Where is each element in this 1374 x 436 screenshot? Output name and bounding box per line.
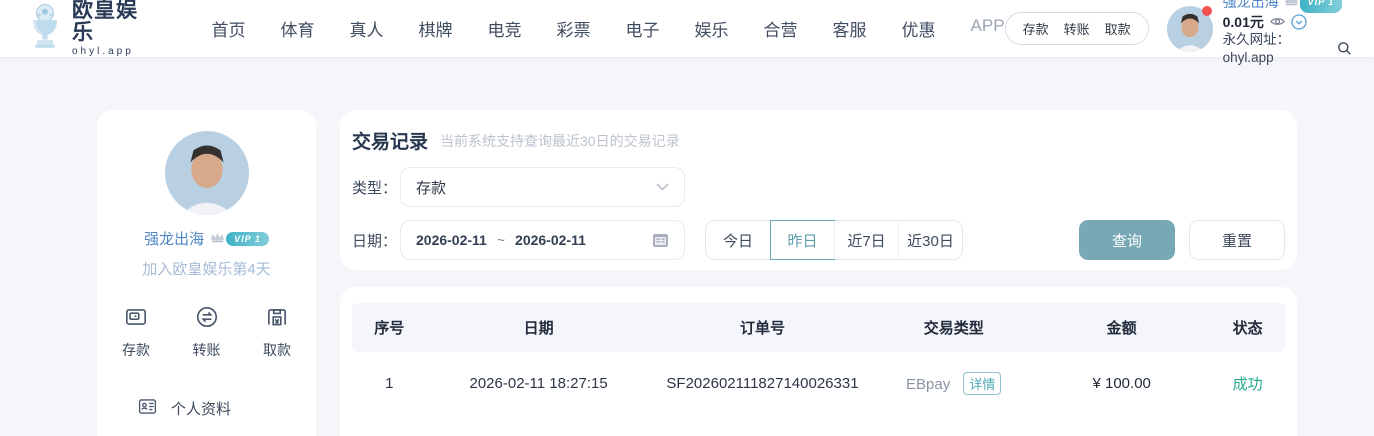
sidebar-avatar[interactable]	[165, 131, 249, 215]
table-header-row: 序号 日期 订单号 交易类型 金额 状态	[352, 303, 1285, 352]
trophy-logo-icon	[26, 3, 64, 54]
id-card-icon	[137, 396, 158, 421]
search-button[interactable]: 查询	[1079, 220, 1175, 260]
cell-order-no: SF202602111827140026331	[651, 375, 875, 392]
site-logo[interactable]: 欧皇娱乐 ohyl.app	[26, 0, 157, 57]
cell-index: 1	[352, 375, 427, 392]
crown-icon	[1284, 0, 1299, 11]
circle-chevron-icon[interactable]	[1291, 14, 1307, 30]
sidebar-deposit-label: 存款	[122, 340, 150, 360]
range-30days-button[interactable]: 近30日	[898, 221, 962, 259]
withdraw-link[interactable]: 取款	[1105, 19, 1131, 38]
page-content: 强龙出海 VIP 1 加入欧皇娱乐第4天 存款 转账	[0, 110, 1374, 436]
calendar-icon[interactable]	[652, 232, 669, 248]
user-info: 强龙出海 VIP 1 0.01元 永久网址：ohyl.app	[1223, 0, 1352, 67]
nav-item-lottery[interactable]: 彩票	[557, 16, 591, 41]
sidebar-transfer-button[interactable]: 转账	[193, 304, 221, 360]
page-subtitle: 当前系统支持查询最近30日的交易记录	[440, 131, 680, 151]
col-status: 状态	[1210, 317, 1285, 338]
cell-amount: ¥ 100.00	[1033, 375, 1210, 392]
range-yesterday-button[interactable]: 昨日	[770, 221, 834, 259]
nav-item-live-casino[interactable]: 真人	[350, 16, 384, 41]
pay-type-label: EBpay	[906, 376, 950, 393]
date-range-separator: ~	[497, 232, 505, 248]
transaction-filter-card: 交易记录 当前系统支持查询最近30日的交易记录 类型： 存款 日期： 2026-…	[340, 110, 1297, 270]
eye-icon[interactable]	[1269, 15, 1286, 28]
col-order-no: 订单号	[651, 317, 875, 338]
sidebar-deposit-button[interactable]: 存款	[122, 304, 150, 360]
notification-dot	[1202, 6, 1212, 16]
nav-item-esports[interactable]: 电竞	[488, 16, 522, 41]
date-range-input[interactable]: 2026-02-11 ~ 2026-02-11	[400, 220, 685, 260]
sidebar-profile-label: 个人资料	[171, 398, 231, 419]
nav-item-sports[interactable]: 体育	[281, 16, 315, 41]
permanent-url-label: 永久网址：ohyl.app	[1223, 31, 1332, 67]
profile-sidebar: 强龙出海 VIP 1 加入欧皇娱乐第4天 存款 转账	[97, 110, 316, 436]
nav-item-partnership[interactable]: 合营	[764, 16, 798, 41]
sidebar-vip-badge: VIP 1	[210, 230, 269, 248]
transfer-link[interactable]: 转账	[1064, 19, 1090, 38]
detail-link[interactable]: 详情	[963, 372, 1001, 395]
transfer-icon	[194, 304, 220, 333]
vip-level-label: VIP 1	[1300, 0, 1343, 13]
user-avatar[interactable]	[1167, 6, 1213, 52]
chevron-down-icon	[656, 183, 669, 191]
cell-status: 成功	[1210, 373, 1285, 394]
nav-item-slots[interactable]: 电子	[626, 16, 660, 41]
range-7days-button[interactable]: 近7日	[834, 221, 898, 259]
col-type: 交易类型	[874, 317, 1033, 338]
quick-range-group: 今日 昨日 近7日 近30日	[705, 220, 963, 260]
date-to-value: 2026-02-11	[515, 232, 586, 248]
type-select-value: 存款	[416, 177, 446, 198]
type-select[interactable]: 存款	[400, 167, 685, 207]
sidebar-username: 强龙出海	[144, 228, 204, 249]
col-index: 序号	[352, 317, 427, 338]
date-filter-label: 日期：	[352, 230, 400, 251]
wallet-quick-actions: 存款 转账 取款	[1005, 12, 1149, 45]
crown-icon	[210, 230, 225, 248]
sidebar-menu: 个人资料 VIP特权	[97, 396, 316, 436]
vip-badge: VIP 1	[1284, 0, 1343, 13]
nav-item-support[interactable]: 客服	[833, 16, 867, 41]
wallet-icon	[123, 304, 149, 333]
sidebar-withdraw-button[interactable]: 取款	[263, 304, 291, 360]
page-title: 交易记录	[352, 127, 428, 154]
site-name: 欧皇娱乐	[72, 0, 157, 44]
cell-pay-type: EBpay 详情	[874, 372, 1033, 395]
sidebar-transfer-label: 转账	[193, 340, 221, 360]
sidebar-vip-level-label: VIP 1	[226, 232, 269, 246]
nav-item-home[interactable]: 首页	[212, 16, 246, 41]
sidebar-wallet-actions: 存款 转账 取款	[97, 304, 316, 360]
withdraw-machine-icon	[264, 304, 290, 333]
nav-item-promotions[interactable]: 优惠	[902, 16, 936, 41]
main-nav: 首页 体育 真人 棋牌 电竞 彩票 电子 娱乐 合营 客服 优惠 APP	[212, 16, 1005, 41]
sidebar-item-profile[interactable]: 个人资料	[137, 396, 316, 421]
type-filter-label: 类型：	[352, 177, 400, 198]
join-days-text: 加入欧皇娱乐第4天	[97, 258, 316, 279]
username[interactable]: 强龙出海	[1223, 0, 1279, 11]
col-date: 日期	[427, 317, 651, 338]
col-amount: 金额	[1033, 317, 1210, 338]
nav-item-card-games[interactable]: 棋牌	[419, 16, 453, 41]
cell-datetime: 2026-02-11 18:27:15	[427, 375, 651, 392]
main-column: 交易记录 当前系统支持查询最近30日的交易记录 类型： 存款 日期： 2026-…	[340, 110, 1297, 436]
table-row: 1 2026-02-11 18:27:15 SF2026021118271400…	[352, 352, 1285, 415]
deposit-link[interactable]: 存款	[1023, 19, 1049, 38]
site-domain: ohyl.app	[72, 46, 157, 57]
nav-item-entertainment[interactable]: 娱乐	[695, 16, 729, 41]
search-icon[interactable]	[1337, 41, 1352, 56]
date-from-value: 2026-02-11	[416, 232, 487, 248]
balance-amount: 0.01元	[1223, 13, 1264, 31]
transaction-table-card: 序号 日期 订单号 交易类型 金额 状态 1 2026-02-11 18:27:…	[340, 287, 1297, 436]
header-right: 存款 转账 取款 强龙出海	[1005, 0, 1352, 67]
nav-item-app[interactable]: APP	[971, 16, 1005, 41]
range-today-button[interactable]: 今日	[706, 221, 770, 259]
reset-button[interactable]: 重置	[1189, 220, 1285, 260]
sidebar-withdraw-label: 取款	[263, 340, 291, 360]
top-header: 欧皇娱乐 ohyl.app 首页 体育 真人 棋牌 电竞 彩票 电子 娱乐 合营…	[0, 0, 1374, 57]
